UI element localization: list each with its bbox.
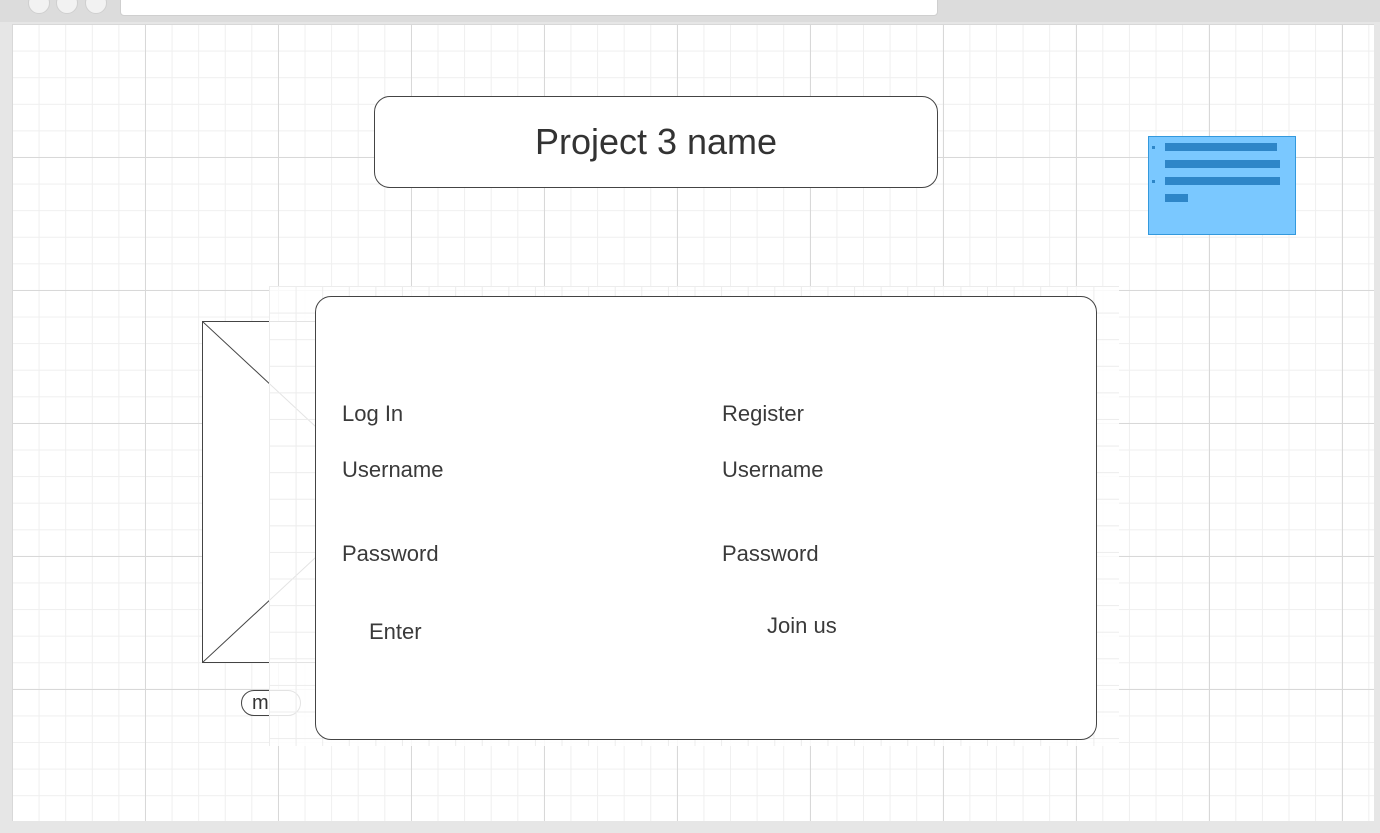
app-window: Project 3 name m Log In Username Passwor… — [0, 0, 1380, 833]
note-bullet — [1152, 180, 1155, 183]
wireframe-canvas[interactable]: Project 3 name m Log In Username Passwor… — [12, 24, 1374, 821]
note-bullet — [1152, 146, 1155, 149]
note-line — [1165, 194, 1188, 202]
caption-pill-text: m — [252, 692, 269, 714]
login-enter-button[interactable]: Enter — [369, 619, 422, 645]
title-bar — [0, 0, 1380, 22]
project-title: Project 3 name — [534, 121, 778, 162]
text-note-icon[interactable] — [1148, 136, 1296, 235]
minimize-window-button[interactable] — [56, 0, 78, 14]
register-heading: Register — [722, 401, 804, 426]
login-password-label: Password — [342, 541, 439, 566]
auth-modal: Log In Username Password Enter Register … — [315, 296, 1097, 740]
note-line — [1165, 143, 1277, 151]
login-username-label: Username — [342, 457, 444, 482]
note-line — [1165, 160, 1280, 168]
project-title-box[interactable]: Project 3 name — [374, 96, 938, 188]
register-username-label: Username — [722, 457, 824, 482]
note-line — [1165, 177, 1280, 185]
login-heading: Log In — [342, 401, 404, 426]
register-join-button[interactable]: Join us — [767, 613, 837, 639]
address-bar[interactable] — [120, 0, 938, 16]
close-window-button[interactable] — [28, 0, 50, 14]
maximize-window-button[interactable] — [85, 0, 107, 14]
register-password-label: Password — [722, 541, 819, 566]
